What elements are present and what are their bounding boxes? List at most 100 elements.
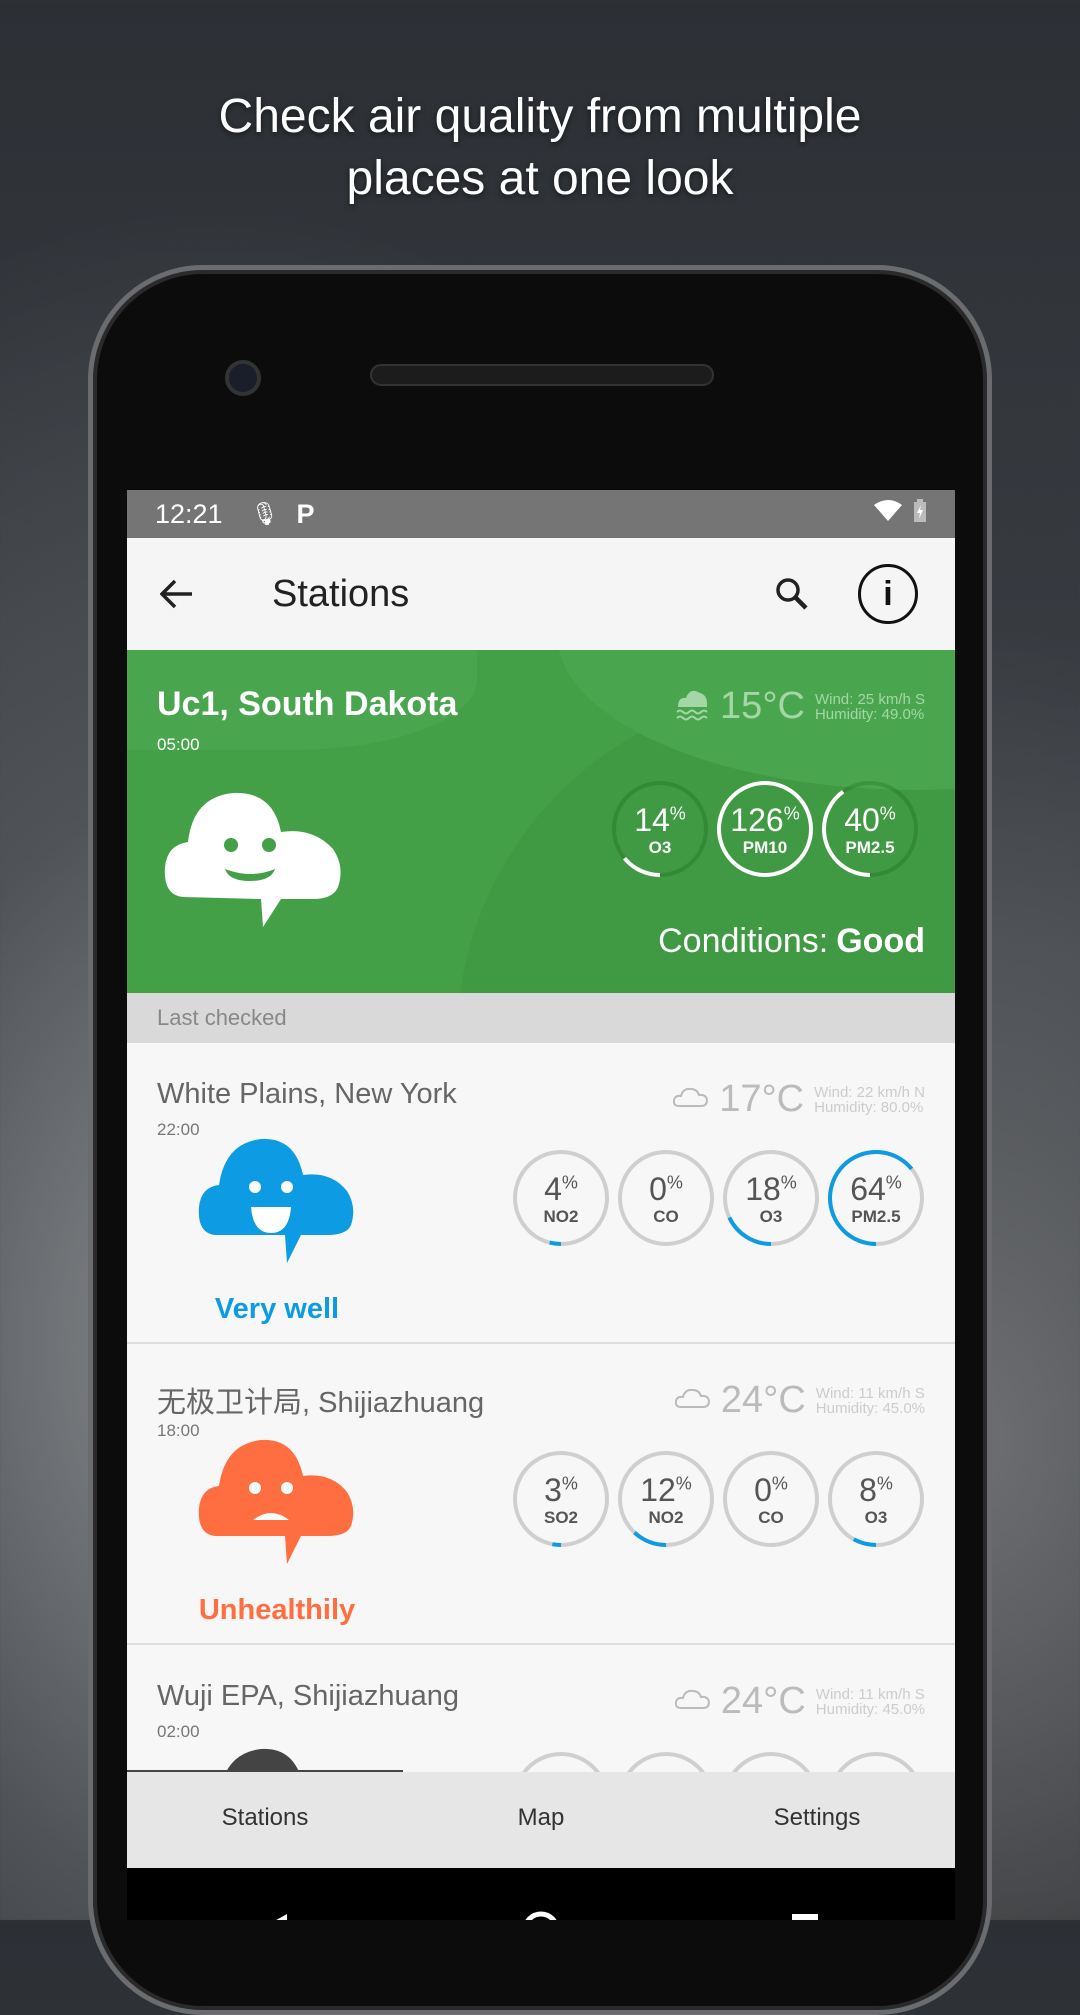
temperature: 17°C	[719, 1078, 805, 1120]
headline-line2: places at one look	[346, 152, 734, 205]
conditions-label: Conditions:	[658, 922, 829, 960]
gauge-label: NO2	[648, 1508, 684, 1527]
humidity: Humidity: 49.0%	[814, 705, 925, 723]
gauge-so2: 3% SO2	[512, 1450, 610, 1548]
gauge-value: 8%	[859, 1472, 893, 1508]
screen: 12:21 🎙︎ P Stations i Uc1, South Dakota …	[127, 490, 955, 1920]
arrow-left-icon[interactable]	[152, 569, 202, 619]
air-quality-label: Very well	[214, 1293, 340, 1325]
gauge-pm10: 126% PM10	[716, 780, 814, 878]
gauge-label: SO2	[543, 1508, 579, 1527]
back-nav-icon[interactable]	[262, 1914, 287, 1920]
pollutant-gauges: 3% SO2 12% NO2 0% CO 8% O3	[512, 1450, 925, 1548]
gauge-value: 3%	[544, 1472, 578, 1508]
temperature: 15°C	[720, 685, 805, 727]
station-card[interactable]: 无极卫计局, Shijiazhuang 18:00 24°C Wind: 11 …	[127, 1344, 955, 1645]
gauge-value: 4%	[544, 1171, 578, 1207]
humidity: Humidity: 45.0%	[815, 1399, 925, 1417]
gauge-value: 64%	[850, 1171, 902, 1207]
bottom-nav: Stations Map Settings	[127, 1772, 955, 1868]
gauge-pm25: 64% PM2.5	[827, 1149, 925, 1247]
gauge-o3: 8% O3	[827, 1450, 925, 1548]
page-title: Stations	[272, 572, 410, 615]
home-nav-icon[interactable]	[525, 1911, 557, 1920]
gauge-label: O3	[864, 1508, 888, 1527]
station-time: 18:00	[157, 1421, 200, 1440]
tab-map[interactable]: Map	[403, 1772, 679, 1868]
earpiece-speaker	[370, 364, 714, 386]
gauge-pm25: 40% PM2.5	[821, 780, 919, 878]
wind: Wind: 11 km/h S	[815, 1384, 925, 1402]
status-bar: 12:21 🎙︎ P	[127, 490, 955, 538]
status-time: 12:21	[155, 498, 223, 529]
wind: Wind: 11 km/h S	[815, 1685, 925, 1703]
temperature: 24°C	[720, 1379, 806, 1421]
tab-stations[interactable]: Stations	[127, 1772, 403, 1868]
gauge-value: 12%	[640, 1472, 692, 1508]
cloudy-icon	[674, 1385, 711, 1416]
headline: Check air quality from multiple places a…	[0, 86, 1080, 210]
battery-charging-icon	[913, 498, 927, 530]
conditions: Conditions: Good	[658, 922, 925, 961]
current-gauges: 14% O3 126% PM10 40% PM2.5	[611, 780, 919, 878]
station-location: Wuji EPA, Shijiazhuang	[157, 1680, 459, 1712]
gauge-value: 0%	[649, 1171, 683, 1207]
cloud-night-icon	[673, 1084, 709, 1115]
sad-cloud-icon	[197, 1436, 357, 1571]
gauge-label: PM2.5	[845, 838, 895, 857]
station-location: White Plains, New York	[157, 1078, 457, 1110]
gauge-label: CO	[758, 1508, 784, 1527]
happy-cloud-icon	[197, 1135, 357, 1270]
gauge-label: PM2.5	[851, 1207, 901, 1226]
weather-info: 24°C Wind: 11 km/h S Humidity: 45.0%	[674, 1680, 925, 1723]
gauge-value: 14%	[634, 802, 686, 838]
gauge-value: 126%	[730, 802, 800, 838]
cloudy-icon	[674, 1686, 711, 1717]
gauge-co: 0% CO	[722, 1450, 820, 1548]
gauge-value: 18%	[745, 1171, 797, 1207]
gauge-label: PM10	[742, 838, 788, 857]
mic-icon: 🎙︎	[250, 501, 279, 526]
temperature: 24°C	[720, 1680, 806, 1722]
weather-info: 17°C Wind: 22 km/h N Humidity: 80.0%	[673, 1078, 925, 1121]
conditions-value: Good	[836, 922, 925, 960]
weather-info: 15°C Wind: 25 km/h S Humidity: 49.0%	[674, 685, 925, 728]
wifi-icon	[873, 499, 903, 530]
tab-settings[interactable]: Settings	[679, 1772, 955, 1868]
humidity: Humidity: 45.0%	[815, 1700, 925, 1718]
front-camera	[225, 360, 261, 396]
air-quality-label: Unhealthily	[198, 1594, 356, 1626]
system-nav-bar	[127, 1868, 955, 1920]
gauge-label: O3	[648, 838, 672, 857]
gauge-label: NO2	[543, 1207, 579, 1226]
station-time: 22:00	[157, 1120, 200, 1139]
wind: Wind: 25 km/h S	[814, 690, 925, 708]
pollutant-gauges: 4% NO2 0% CO 18% O3 64% PM2.5	[512, 1149, 925, 1247]
gauge-no2: 4% NO2	[512, 1149, 610, 1247]
recents-nav-icon[interactable]	[792, 1914, 818, 1920]
gauge-label: O3	[759, 1207, 783, 1226]
station-location: 无极卫计局, Shijiazhuang	[157, 1387, 485, 1419]
p-icon: P	[296, 498, 315, 529]
station-card[interactable]: White Plains, New York 22:00 17°C Wind: …	[127, 1043, 955, 1344]
fog-icon	[674, 687, 710, 726]
gauge-label: CO	[653, 1207, 679, 1226]
gauge-no2: 12% NO2	[617, 1450, 715, 1548]
section-header-last-checked: Last checked	[127, 993, 955, 1043]
happy-cloud-icon	[163, 787, 343, 957]
current-station-card[interactable]: Uc1, South Dakota 05:00 15°C Wind: 25 km…	[127, 650, 955, 993]
headline-line1: Check air quality from multiple	[218, 90, 862, 143]
station-location: Uc1, South Dakota	[157, 685, 458, 723]
weather-info: 24°C Wind: 11 km/h S Humidity: 45.0%	[674, 1379, 925, 1422]
app-bar: Stations i	[127, 538, 955, 650]
wind: Wind: 22 km/h N	[814, 1083, 925, 1101]
info-icon[interactable]: i	[858, 564, 918, 624]
gauge-value: 40%	[844, 802, 896, 838]
humidity: Humidity: 80.0%	[814, 1098, 924, 1116]
gauge-value: 0%	[754, 1472, 788, 1508]
station-time: 02:00	[157, 1722, 200, 1741]
search-icon[interactable]	[767, 569, 817, 619]
gauge-co: 0% CO	[617, 1149, 715, 1247]
station-time: 05:00	[157, 735, 200, 754]
gauge-o3: 14% O3	[611, 780, 709, 878]
